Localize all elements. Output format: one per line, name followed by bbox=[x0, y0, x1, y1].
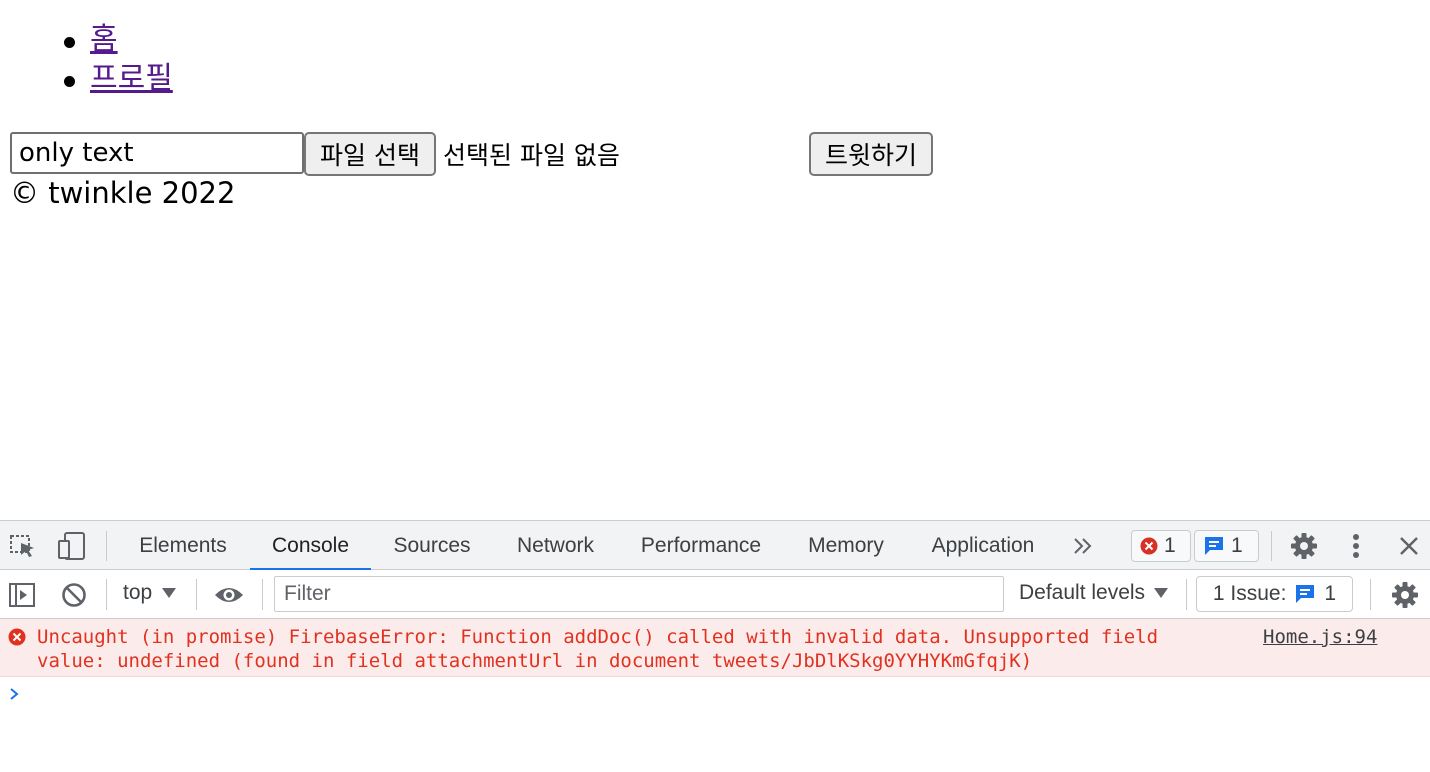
tweet-form: 파일 선택 선택된 파일 없음 트윗하기 bbox=[10, 132, 940, 176]
error-source-link[interactable]: Home.js:94 bbox=[1263, 625, 1377, 649]
error-count-badge[interactable]: 1 bbox=[1131, 530, 1191, 562]
inspect-element-icon[interactable] bbox=[8, 533, 38, 559]
issues-count: 1 bbox=[1324, 582, 1337, 605]
tab-elements[interactable]: Elements bbox=[128, 521, 238, 570]
clear-console-icon[interactable] bbox=[59, 581, 89, 609]
toolbar-separator bbox=[196, 579, 197, 610]
tab-application[interactable]: Application bbox=[918, 521, 1048, 570]
log-levels-value: Default levels bbox=[1019, 581, 1146, 604]
more-options-icon[interactable] bbox=[1343, 532, 1369, 560]
tab-console[interactable]: Console bbox=[250, 521, 371, 571]
context-select[interactable]: top bbox=[123, 581, 177, 605]
device-toolbar-icon[interactable] bbox=[56, 532, 88, 560]
settings-gear-icon[interactable] bbox=[1289, 531, 1319, 561]
devtools-tabbar: Elements Console Sources Network Perform… bbox=[0, 520, 1430, 571]
profile-link[interactable]: 프로필 bbox=[90, 61, 173, 96]
toolbar-separator bbox=[1186, 579, 1187, 610]
nav-item-home: 홈 bbox=[64, 20, 118, 60]
file-status-text: 선택된 파일 없음 bbox=[443, 141, 620, 170]
error-icon bbox=[1140, 537, 1158, 555]
console-error-message: Uncaught (in promise) FirebaseError: Fun… bbox=[0, 619, 1430, 677]
file-select-button[interactable]: 파일 선택 bbox=[304, 132, 436, 176]
message-count: 1 bbox=[1231, 534, 1243, 557]
tweet-submit-button[interactable]: 트윗하기 bbox=[809, 132, 933, 176]
home-link[interactable]: 홈 bbox=[90, 22, 118, 57]
message-count-badge[interactable]: 1 bbox=[1194, 530, 1259, 562]
error-line-1: Uncaught (in promise) FirebaseError: Fun… bbox=[37, 626, 1159, 648]
nav-item-profile: 프로필 bbox=[64, 59, 173, 99]
console-prompt-chevron-icon[interactable] bbox=[8, 686, 22, 706]
message-icon bbox=[1296, 585, 1315, 603]
toolbar-separator bbox=[1370, 579, 1371, 610]
live-expression-eye-icon[interactable] bbox=[212, 583, 246, 607]
console-toolbar: top Default levels 1 Issue: bbox=[0, 570, 1430, 619]
toolbar-separator bbox=[106, 579, 107, 610]
tweet-text-input[interactable] bbox=[10, 132, 304, 174]
tabbar-separator bbox=[1271, 531, 1272, 561]
tab-network[interactable]: Network bbox=[504, 521, 607, 570]
tab-memory[interactable]: Memory bbox=[796, 521, 896, 570]
message-icon bbox=[1205, 537, 1223, 555]
console-filter-input[interactable] bbox=[274, 576, 1004, 612]
log-levels-select[interactable]: Default levels bbox=[1019, 581, 1169, 605]
issues-label: 1 Issue: bbox=[1212, 582, 1287, 605]
tab-performance[interactable]: Performance bbox=[628, 521, 774, 570]
issues-button[interactable]: 1 Issue: 1 bbox=[1196, 576, 1353, 612]
footer-copyright: © twinkle 2022 bbox=[10, 176, 236, 210]
error-line-2: value: undefined (found in field attachm… bbox=[37, 650, 1033, 672]
error-icon bbox=[8, 628, 26, 650]
context-value: top bbox=[123, 581, 153, 604]
error-count: 1 bbox=[1164, 534, 1176, 557]
tabbar-separator bbox=[106, 531, 107, 561]
toolbar-separator bbox=[262, 579, 263, 610]
error-message-text: Uncaught (in promise) FirebaseError: Fun… bbox=[37, 625, 1227, 673]
more-tabs-icon[interactable] bbox=[1070, 534, 1096, 558]
close-icon[interactable] bbox=[1396, 533, 1422, 559]
console-settings-gear-icon[interactable] bbox=[1390, 580, 1420, 610]
tab-sources[interactable]: Sources bbox=[382, 521, 482, 570]
devtools-panel: Elements Console Sources Network Perform… bbox=[0, 520, 1430, 772]
dropdown-arrow-icon bbox=[1154, 588, 1169, 598]
dropdown-arrow-icon bbox=[162, 588, 177, 598]
sidebar-toggle-icon[interactable] bbox=[7, 581, 37, 609]
